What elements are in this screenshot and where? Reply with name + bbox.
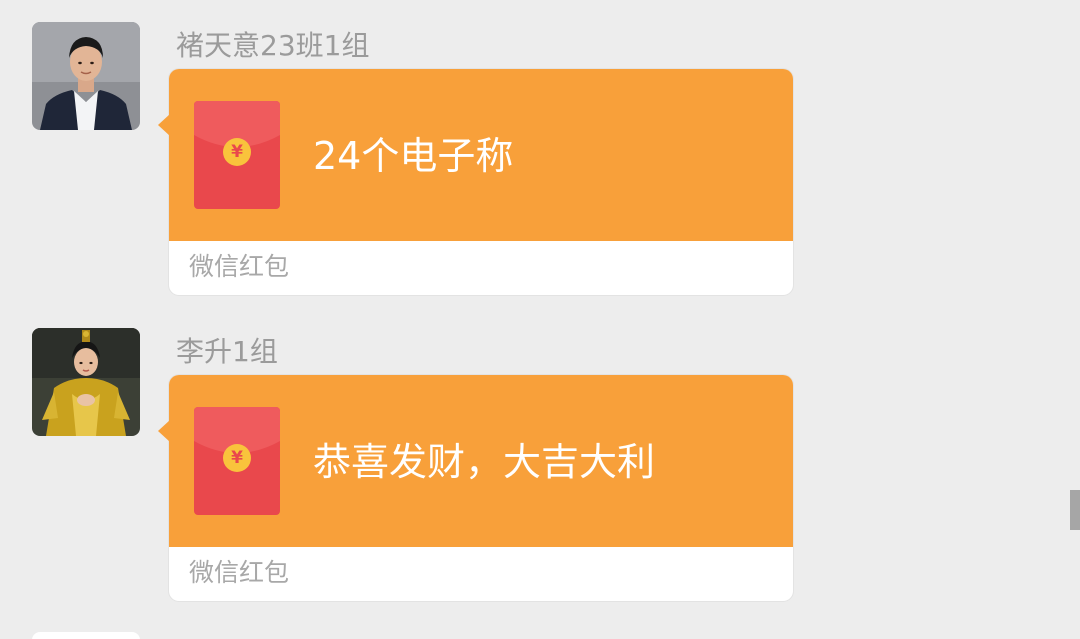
red-packet-greeting: 恭喜发财，大吉大利: [313, 440, 656, 484]
red-packet-label: 微信红包: [189, 558, 290, 587]
sender-avatar[interactable]: [32, 328, 140, 436]
avatar-man-suit: [32, 22, 140, 130]
sender-avatar[interactable]: [32, 22, 140, 130]
red-packet-label: 微信红包: [189, 252, 290, 281]
red-packet-card[interactable]: ¥ 24个电子称 微信红包: [158, 69, 793, 295]
yuan-coin-icon: ¥: [223, 138, 251, 166]
scrollbar-thumb[interactable]: [1070, 490, 1080, 530]
avatar-girl-costume: [32, 328, 140, 436]
red-envelope-icon: ¥: [194, 101, 280, 209]
red-packet-greeting: 24个电子称: [313, 134, 514, 178]
yuan-coin-icon: ¥: [223, 444, 251, 472]
chat-view: 褚天意23班1组 ¥ 24个电子称 微信红包 李升1组 ¥ 恭喜发财，大吉大利 …: [0, 0, 1080, 639]
red-packet-card[interactable]: ¥ 恭喜发财，大吉大利 微信红包: [158, 375, 793, 601]
sender-name: 李升1组: [176, 335, 278, 368]
red-packet-header: ¥ 24个电子称: [169, 69, 793, 241]
sender-name: 褚天意23班1组: [176, 29, 370, 62]
next-message-peek: [32, 632, 140, 639]
red-envelope-icon: ¥: [194, 407, 280, 515]
red-packet-header: ¥ 恭喜发财，大吉大利: [169, 375, 793, 547]
